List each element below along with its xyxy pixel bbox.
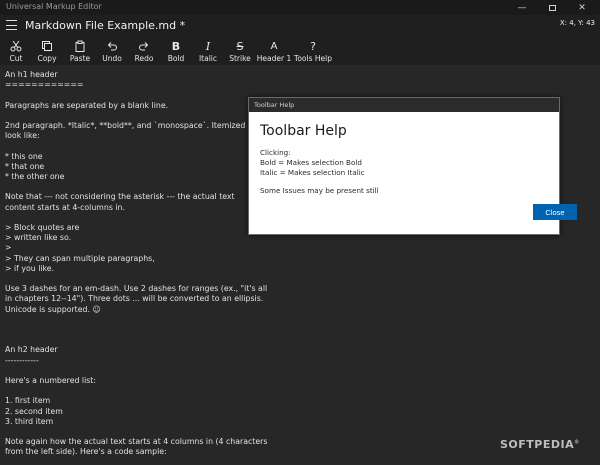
bold-icon: B [171,39,181,53]
editor-line: Note again how the actual text starts at… [5,437,268,447]
minimize-button[interactable]: — [507,0,537,15]
paste-icon [74,39,86,53]
title-bar: Universal Markup Editor — ✕ [0,0,600,15]
undo-label: Undo [102,54,122,63]
editor-line: 3. third item [5,416,54,426]
help-icon: ? [310,39,316,53]
strike-label: Strike [229,54,251,63]
dialog-heading: Toolbar Help [260,123,347,139]
bold-label: Bold [167,54,185,63]
close-window-button[interactable]: ✕ [567,0,597,15]
editor-line: ============ [5,80,84,90]
editor-line: content starts at 4-columns in. [5,202,125,212]
copy-icon [41,39,53,53]
softpedia-watermark: SOFTPEDIA® [500,438,580,451]
editor-line: > if you like. [5,263,55,273]
undo-icon [106,39,118,53]
paste-label: Paste [69,54,91,63]
editor-line: 2. second item [5,406,63,416]
editor-line: Here's a numbered list: [5,376,96,385]
editor-line: * this one [5,151,43,161]
editor-line: > Block quotes are [5,223,80,232]
dialog-title-bar: Toolbar Help [249,98,559,112]
editor-line: * the other one [5,172,65,181]
editor-line: from the left side). Here's a code sampl… [5,447,167,457]
editor-line: * that one [5,161,45,171]
strike-button[interactable]: S Strike [227,38,253,65]
dialog-line: Some Issues may be present still [260,186,379,195]
hamburger-menu-icon[interactable] [6,20,17,30]
dialog-bar-title: Toolbar Help [254,101,295,109]
dialog-line: Clicking: [260,148,291,157]
bold-button[interactable]: B Bold [163,38,189,65]
editor-line: look like: [5,131,40,141]
editor-line: > written like so. [5,233,72,243]
paste-button[interactable]: Paste [66,38,94,65]
redo-button[interactable]: Redo [132,38,156,65]
toolbar-help-dialog: Toolbar Help Toolbar Help Clicking: Bold… [248,97,577,235]
minimize-icon: — [517,2,527,13]
editor-line: Unicode is supported. ☺ [5,304,101,314]
header1-label: Header 1 [256,54,292,63]
tools-help-label: Tools Help [294,54,332,63]
header-icon: A [270,40,278,52]
cursor-position: X: 4, Y: 43 [559,19,595,27]
italic-label: Italic [198,54,218,63]
copy-button[interactable]: Copy [34,38,60,65]
redo-icon [138,39,150,53]
toolbar: Cut Copy Paste Undo Redo B Bold I Italic [0,38,600,65]
editor-line: > They can span multiple paragraphs, [5,253,155,263]
header1-button[interactable]: A Header 1 [256,38,292,65]
editor-line: An h1 header [5,70,58,79]
italic-button[interactable]: I Italic [196,38,220,65]
editor-line: An h2 header [5,345,58,355]
redo-label: Redo [134,54,154,63]
editor-line: ------------ [5,355,39,365]
dialog-line: Italic = Makes selection Italic [260,168,365,177]
scissors-icon [10,39,22,53]
cut-label: Cut [9,54,23,63]
editor-line: in chapters 12--14"). Three dots ... wil… [5,294,264,304]
editor-line: Note that --- not considering the asteri… [5,192,235,202]
dialog-line: Bold = Makes selection Bold [260,158,362,167]
app-title: Universal Markup Editor [6,2,102,11]
close-button[interactable]: Close [533,204,577,220]
cut-button[interactable]: Cut [4,38,28,65]
close-icon: ✕ [578,2,586,13]
editor-line: > [5,243,12,253]
strike-icon: S [236,39,244,53]
editor-line: Paragraphs are separated by a blank line… [5,100,169,110]
tools-help-button[interactable]: ? Tools Help [294,38,332,65]
header: Markdown File Example.md * X: 4, Y: 43 [0,15,600,37]
italic-icon: I [205,39,211,53]
undo-button[interactable]: Undo [100,38,124,65]
editor-line: Use 3 dashes for an em-dash. Use 2 dashe… [5,284,268,294]
maximize-icon [548,4,556,11]
document-title: Markdown File Example.md * [25,19,186,32]
editor-line: 1. first item [5,396,51,406]
copy-label: Copy [37,54,57,63]
maximize-button[interactable] [537,0,567,15]
editor-line: 2nd paragraph. *Italic*, **bold**, and `… [5,121,264,130]
